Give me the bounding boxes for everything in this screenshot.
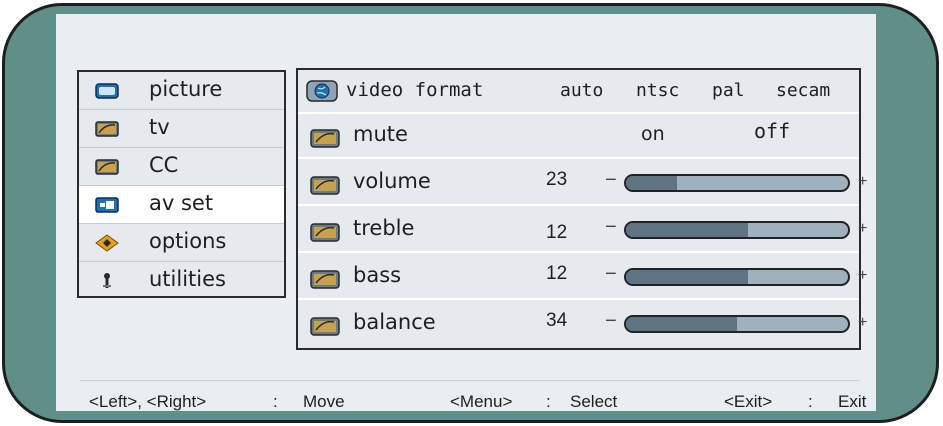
folder-icon [310,176,340,195]
treble-label: treble [353,216,415,240]
treble-slider-fill [626,223,749,237]
video-format-option-ntsc[interactable]: ntsc [636,80,679,101]
video-format-option-secam[interactable]: secam [776,80,830,101]
footer-select-separator: : [546,392,551,411]
volume-slider-fill [626,176,678,190]
balance-slider-fill [626,317,737,331]
video-format-option-pal[interactable]: pal [712,80,745,101]
treble-minus[interactable]: − [605,216,617,239]
menu-item-cc[interactable]: CC [79,148,284,186]
volume-slider[interactable] [624,174,850,192]
folder-icon [310,317,340,336]
menu-item-label: tv [149,115,170,139]
volume-plus[interactable]: + [858,173,867,191]
mute-label: mute [353,122,408,146]
treble-plus[interactable]: + [858,220,867,238]
mute-on-option[interactable]: on [641,123,665,145]
balance-label: balance [353,310,436,334]
bass-plus[interactable]: + [858,267,867,285]
folder-icon [310,129,340,148]
footer-move-keys: <Left>, <Right> [89,392,207,411]
menu-item-av-set[interactable]: av set [79,186,284,224]
balance-row[interactable]: balance 34 − + [298,302,867,347]
balance-minus[interactable]: − [605,310,617,333]
footer-select-action: Select [570,392,618,411]
footer-move-action: Move [303,392,345,411]
treble-value: 12 [546,222,568,243]
menu-item-label: av set [149,191,214,215]
mute-off-option[interactable]: off [754,119,790,143]
bass-label: bass [353,263,402,287]
bass-slider[interactable] [624,268,850,286]
folder-icon [310,223,340,242]
footer-exit-key: <Exit> [724,392,773,411]
menu-item-options[interactable]: options [79,224,284,262]
volume-value: 23 [546,169,568,190]
bass-slider-fill [626,270,749,284]
footer-divider [80,380,860,381]
video-format-row[interactable]: video format auto ntsc pal secam [298,70,859,114]
bass-row[interactable]: bass 12 − + [298,255,867,300]
menu-item-label: CC [149,153,179,177]
treble-slider[interactable] [624,221,850,239]
bass-value: 12 [546,263,568,284]
footer-select-key: <Menu> [450,392,513,411]
mute-row[interactable]: mute on off [298,114,859,159]
balance-value: 34 [546,310,568,331]
utilities-icon [103,273,111,288]
cc-icon [95,159,119,175]
av-set-icon [95,197,119,213]
av-settings-panel: video format auto ntsc pal secam mute on… [296,68,867,350]
tv-icon [95,121,119,137]
menu-item-label: options [149,229,227,253]
video-format-label: video format [346,79,484,101]
footer-exit-separator: : [808,392,813,411]
folder-icon [310,270,340,289]
menu-item-tv[interactable]: tv [79,110,284,148]
left-menu: picture tv CC av set options utilities [77,70,286,298]
menu-item-picture[interactable]: picture [79,72,284,110]
balance-plus[interactable]: + [858,314,867,332]
volume-row[interactable]: volume 23 − + [298,161,867,206]
options-icon [95,234,119,252]
balance-slider[interactable] [624,315,850,333]
menu-item-label: picture [149,77,223,101]
treble-row[interactable]: treble 12 − + [298,208,867,253]
menu-item-label: utilities [149,267,226,291]
footer-move-separator: : [273,392,278,411]
bass-minus[interactable]: − [605,263,617,286]
video-format-option-auto[interactable]: auto [560,80,603,101]
volume-label: volume [353,169,431,193]
volume-minus[interactable]: − [605,169,617,192]
footer-exit-action: Exit [838,392,867,411]
globe-icon [306,80,338,102]
menu-item-utilities[interactable]: utilities [79,262,284,300]
picture-icon [95,83,119,99]
